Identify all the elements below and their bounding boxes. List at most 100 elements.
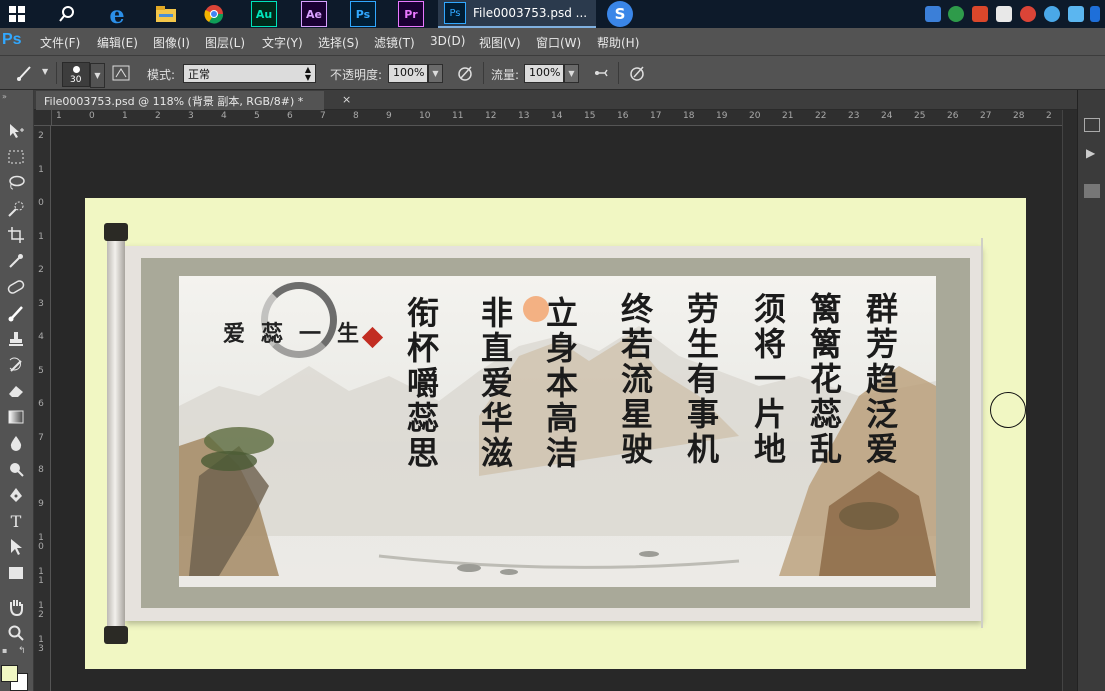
chevron-down-icon[interactable]: ▼ xyxy=(42,67,48,76)
airbrush-icon[interactable] xyxy=(589,62,613,84)
panel-collapse-icon[interactable]: » xyxy=(2,92,7,101)
flow-input[interactable]: 100% xyxy=(524,64,564,83)
menu-3d[interactable]: 3D(D) xyxy=(430,34,465,48)
move-tool-icon[interactable] xyxy=(4,120,28,142)
pressure-size-icon[interactable] xyxy=(625,62,649,84)
type-tool-icon[interactable]: T xyxy=(4,510,28,532)
tray-chrome-icon[interactable] xyxy=(1020,6,1036,22)
pressure-opacity-icon[interactable] xyxy=(453,62,477,84)
tray-red-app-icon[interactable] xyxy=(972,6,988,22)
tray-cloud-icon[interactable] xyxy=(1044,6,1060,22)
options-bar: ▼ 30 ▼ 模式: 正常 ▲ ▼ 不透明度: 100% ▼ 流量: 100% ▼ xyxy=(0,56,1105,90)
bluetooth-icon[interactable] xyxy=(1090,6,1100,22)
ruler-tick: 0 xyxy=(38,198,44,208)
opacity-label: 不透明度: xyxy=(330,68,383,82)
brush-tool-icon[interactable] xyxy=(4,302,28,324)
properties-panel-icon[interactable] xyxy=(1084,184,1100,198)
canvas-area[interactable]: 爱蕊一生 群芳趋泛爱 篱篱花蕊乱 须将一片地 劳生有事机 终若流星驶 立身本高洁… xyxy=(52,126,1062,691)
photoshop-icon[interactable]: Ps xyxy=(350,1,376,27)
blend-mode-select[interactable]: 正常 ▲ ▼ xyxy=(183,64,316,83)
marquee-tool-icon[interactable] xyxy=(4,146,28,168)
vertical-scrollbar[interactable] xyxy=(1062,110,1077,691)
hand-tool-icon[interactable] xyxy=(4,596,28,618)
gradient-tool-icon[interactable] xyxy=(4,406,28,428)
search-icon[interactable] xyxy=(54,1,80,27)
chrome-icon[interactable] xyxy=(201,1,227,27)
ruler-origin[interactable] xyxy=(34,110,52,126)
history-panel-icon[interactable] xyxy=(1084,118,1100,132)
internet-explorer-icon[interactable]: e xyxy=(104,0,130,29)
poem-column: 立身本高洁 xyxy=(541,296,579,471)
brush-picker-dropdown[interactable]: ▼ xyxy=(90,63,105,88)
brush-panel-toggle-icon[interactable] xyxy=(109,62,133,84)
tray-fish-icon[interactable] xyxy=(1068,6,1084,22)
premiere-icon[interactable]: Pr xyxy=(398,1,424,27)
menu-filter[interactable]: 滤镜(T) xyxy=(374,34,415,51)
divider xyxy=(56,62,57,84)
audition-icon[interactable]: Au xyxy=(251,1,277,27)
file-explorer-icon[interactable] xyxy=(153,1,179,27)
default-colors-icon[interactable]: ▪ xyxy=(2,646,7,655)
brush-size-picker[interactable]: 30 xyxy=(62,62,90,87)
rod-cap-bottom xyxy=(104,626,128,644)
menu-window[interactable]: 窗口(W) xyxy=(536,34,581,51)
rectangle-tool-icon[interactable] xyxy=(4,562,28,584)
flow-dropdown[interactable]: ▼ xyxy=(564,64,579,83)
windows-start-icon[interactable] xyxy=(4,1,30,27)
eraser-tool-icon[interactable] xyxy=(4,380,28,402)
ruler-tick: 5 xyxy=(38,366,44,376)
flow-label: 流量: xyxy=(491,68,520,82)
dodge-tool-icon[interactable] xyxy=(4,458,28,480)
menu-view[interactable]: 视图(V) xyxy=(479,34,521,51)
ruler-tick: 2 xyxy=(155,111,161,121)
ruler-tick: 12 xyxy=(38,601,44,620)
opacity-input[interactable]: 100% xyxy=(388,64,428,83)
menu-layer[interactable]: 图层(L) xyxy=(205,34,245,51)
rod-cap-top xyxy=(104,223,128,241)
actions-play-icon[interactable]: ▶ xyxy=(1086,146,1095,160)
scroll-rod-left xyxy=(104,223,128,644)
menu-image[interactable]: 图像(I) xyxy=(153,34,190,51)
menu-type[interactable]: 文字(Y) xyxy=(262,34,303,51)
after-effects-icon[interactable]: Ae xyxy=(301,1,327,27)
ruler-tick: 28 xyxy=(1013,111,1025,121)
path-selection-tool-icon[interactable] xyxy=(4,536,28,558)
ruler-tick: 9 xyxy=(386,111,392,121)
menu-edit[interactable]: 编辑(E) xyxy=(97,34,138,51)
ruler-tick: 21 xyxy=(782,111,794,121)
divider xyxy=(483,62,484,84)
menu-select[interactable]: 选择(S) xyxy=(318,34,359,51)
scroll-edge-right xyxy=(981,238,983,628)
collapsed-panels: ▶ xyxy=(1077,90,1105,691)
ruler-tick: 7 xyxy=(320,111,326,121)
healing-brush-tool-icon[interactable] xyxy=(4,276,28,298)
menu-help[interactable]: 帮助(H) xyxy=(597,34,639,51)
close-tab-icon[interactable]: × xyxy=(342,93,351,106)
stepper-icon: ▲ ▼ xyxy=(304,65,311,82)
document-tab[interactable]: File0003753.psd @ 118% (背景 副本, RGB/8#) * xyxy=(36,91,324,110)
document-canvas[interactable]: 爱蕊一生 群芳趋泛爱 篱篱花蕊乱 须将一片地 劳生有事机 终若流星驶 立身本高洁… xyxy=(85,198,1026,669)
vertical-ruler[interactable]: 2 1 0 1 2 3 4 5 6 7 8 9 10 11 12 13 xyxy=(34,126,51,691)
ruler-tick: 7 xyxy=(38,433,44,443)
blur-tool-icon[interactable] xyxy=(4,432,28,454)
history-brush-tool-icon[interactable] xyxy=(4,354,28,376)
tray-network-icon[interactable] xyxy=(996,6,1012,22)
opacity-dropdown[interactable]: ▼ xyxy=(428,64,443,83)
taskbar-active-photoshop-window[interactable]: Ps File0003753.psd ... xyxy=(438,0,596,28)
document-tabs: File0003753.psd @ 118% (背景 副本, RGB/8#) *… xyxy=(34,90,1077,110)
zoom-tool-icon[interactable] xyxy=(4,622,28,644)
eyedropper-tool-icon[interactable] xyxy=(4,250,28,272)
swap-colors-icon[interactable]: ↰ xyxy=(18,646,26,656)
quick-selection-tool-icon[interactable] xyxy=(4,198,28,220)
sogou-icon[interactable]: S xyxy=(607,1,633,27)
menu-file[interactable]: 文件(F) xyxy=(40,34,80,51)
tray-shield-icon[interactable] xyxy=(925,6,941,22)
tray-security-icon[interactable] xyxy=(948,6,964,22)
crop-tool-icon[interactable] xyxy=(4,224,28,246)
lasso-tool-icon[interactable] xyxy=(4,172,28,194)
brush-tool-preset-icon[interactable] xyxy=(12,62,36,84)
foreground-color-swatch[interactable] xyxy=(1,665,18,682)
pen-tool-icon[interactable] xyxy=(4,484,28,506)
horizontal-ruler[interactable]: 1 0 1 2 3 4 5 6 7 8 9 10 11 12 13 14 15 … xyxy=(52,110,1062,126)
clone-stamp-tool-icon[interactable] xyxy=(4,328,28,350)
